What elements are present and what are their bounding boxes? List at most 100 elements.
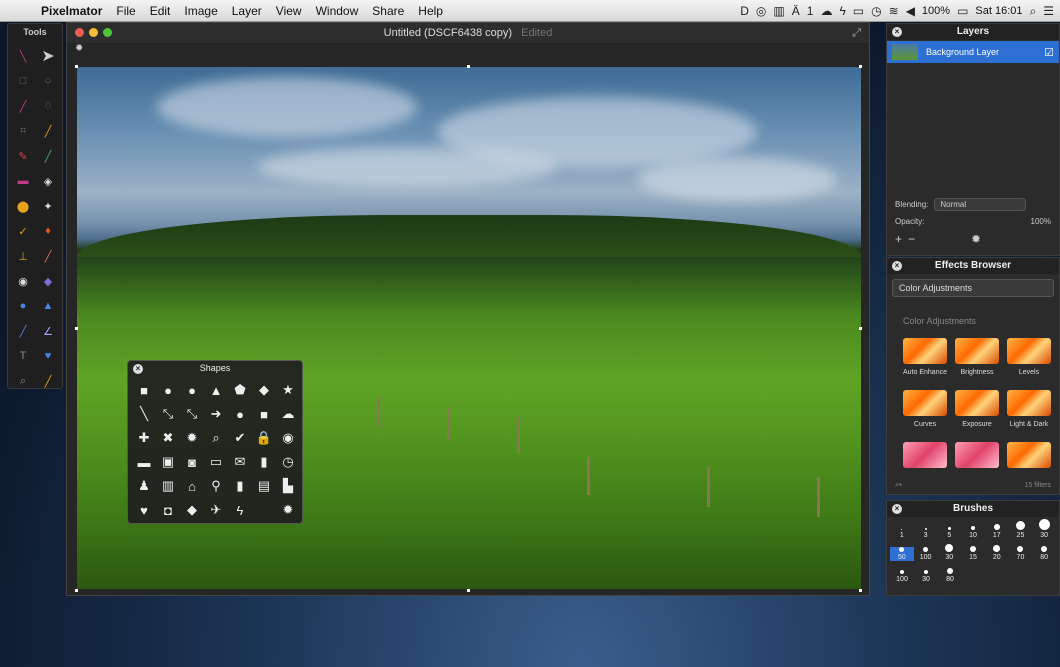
shape-icon[interactable]: ★ — [276, 378, 300, 402]
shape-icon[interactable]: ▮ — [252, 450, 276, 474]
blur-icon[interactable]: ● — [11, 294, 35, 318]
brush-preset[interactable]: 80 — [938, 568, 962, 583]
shape-icon[interactable]: ▣ — [156, 450, 180, 474]
menu-share[interactable]: Share — [365, 4, 411, 18]
time-machine-icon[interactable]: ◷ — [871, 4, 881, 18]
shape-icon[interactable]: ⚲ — [204, 474, 228, 498]
shape-icon[interactable]: ▤ — [252, 474, 276, 498]
bucket-icon[interactable]: ◈ — [36, 169, 60, 193]
battery-percent[interactable]: 100% — [922, 5, 950, 17]
shape-icon[interactable]: ◘ — [156, 498, 180, 522]
close-icon[interactable]: × — [892, 27, 902, 37]
lasso-icon[interactable]: ╱ — [11, 94, 35, 118]
add-layer-icon[interactable]: + — [895, 232, 902, 246]
shape-icon[interactable]: ▮ — [228, 474, 252, 498]
blending-select[interactable]: Normal — [934, 198, 1027, 211]
shape-icon[interactable]: ▥ — [156, 474, 180, 498]
shape-icon[interactable]: ⤡ — [156, 402, 180, 426]
shape-icon[interactable]: ✚ — [132, 426, 156, 450]
shape-icon[interactable]: ● — [156, 378, 180, 402]
layer-visibility-checkbox[interactable]: ☑ — [1044, 46, 1054, 59]
shape-icon[interactable]: ▭ — [204, 450, 228, 474]
menu-file[interactable]: File — [109, 4, 142, 18]
brush-preset[interactable]: 20 — [985, 545, 1009, 561]
shape-icon[interactable]: ◷ — [276, 450, 300, 474]
freeform-pen-icon[interactable]: ∠ — [36, 319, 60, 343]
menu-help[interactable]: Help — [411, 4, 450, 18]
brush-preset[interactable]: 15 — [961, 546, 985, 561]
shape-icon[interactable]: ♟ — [132, 474, 156, 498]
clock[interactable]: Sat 16:01 — [975, 5, 1022, 17]
shape-icon[interactable]: ⬟ — [228, 378, 252, 402]
shape-icon[interactable]: ◆ — [252, 378, 276, 402]
close-icon[interactable]: × — [892, 261, 902, 271]
brush-preset[interactable]: 5 — [937, 527, 961, 539]
brush-preset[interactable]: 1 — [890, 529, 914, 539]
burn-icon[interactable]: ♦ — [36, 219, 60, 243]
smudge-icon[interactable]: ╱ — [36, 244, 60, 268]
shape-icon[interactable]: ▬ — [132, 450, 156, 474]
filter-levels[interactable]: Levels — [1003, 332, 1055, 384]
type-icon[interactable]: T — [11, 344, 35, 368]
brush-preset[interactable]: 30 — [1032, 519, 1056, 539]
shape-icon[interactable]: ☁ — [276, 402, 300, 426]
brush-preset[interactable]: 100 — [890, 570, 914, 583]
display-icon[interactable]: ▭ — [853, 4, 864, 18]
effects-category-select[interactable]: Color Adjustments — [892, 279, 1054, 297]
shape-icon[interactable] — [252, 498, 276, 522]
pen-icon[interactable]: ╱ — [11, 319, 35, 343]
badge-count[interactable]: 1 — [807, 4, 814, 18]
battery-icon[interactable]: ▭ — [957, 4, 968, 18]
fullscreen-icon[interactable]: ⤢ — [852, 23, 861, 43]
eyedropper-icon[interactable]: ╱ — [36, 119, 60, 143]
red-eye-icon[interactable]: ◉ — [11, 269, 35, 293]
menu-layer[interactable]: Layer — [225, 4, 269, 18]
minimize-window-icon[interactable] — [89, 28, 98, 37]
cloud-icon[interactable]: ☁ — [820, 4, 832, 18]
brush-preset[interactable]: 3 — [914, 528, 938, 539]
sync-icon[interactable]: ◎ — [756, 4, 766, 18]
filter-auto-enhance[interactable]: Auto Enhance — [899, 332, 951, 384]
filter-light-dark[interactable]: Light & Dark — [1003, 384, 1055, 436]
filter-curves[interactable]: Curves — [899, 384, 951, 436]
filter-brightness[interactable]: Brightness — [951, 332, 1003, 384]
shape-icon[interactable]: ● — [180, 378, 204, 402]
shape-icon[interactable]: ◙ — [180, 450, 204, 474]
eraser-icon[interactable]: ▬ — [11, 169, 35, 193]
volume-icon[interactable]: ◀ — [906, 4, 915, 18]
clone-icon[interactable]: ✦ — [36, 194, 60, 218]
brush-preset[interactable]: 30 — [937, 544, 961, 561]
shape-icon[interactable]: ◉ — [276, 426, 300, 450]
shape-icon[interactable]: ✖ — [156, 426, 180, 450]
gradient-icon[interactable]: ⬤ — [11, 194, 35, 218]
filter-pink-2[interactable] — [951, 436, 1003, 488]
menu-image[interactable]: Image — [177, 4, 224, 18]
shape-icon[interactable]: ✹ — [180, 426, 204, 450]
wifi-icon[interactable]: ≋ — [889, 4, 899, 18]
shape-icon[interactable]: ⌕ — [204, 426, 228, 450]
close-icon[interactable]: × — [133, 364, 143, 374]
bolt-icon[interactable]: ϟ — [839, 4, 845, 18]
zoom-icon[interactable]: ⌕ — [11, 369, 35, 393]
sponge-icon[interactable]: ◆ — [36, 269, 60, 293]
menu-app[interactable]: Pixelmator — [34, 4, 109, 18]
adobe-icon[interactable]: Ä — [792, 4, 800, 18]
opacity-value[interactable]: 100% — [1031, 217, 1051, 226]
dropbox-icon[interactable]: D — [740, 4, 749, 18]
shape-icon[interactable]: ✉ — [228, 450, 252, 474]
move-arrow-icon[interactable]: ➤ — [36, 44, 60, 68]
brush-preset[interactable]: 10 — [961, 526, 985, 539]
shape-icon[interactable]: ♥ — [132, 498, 156, 522]
menu-window[interactable]: Window — [309, 4, 366, 18]
rect-select-icon[interactable]: □ — [11, 69, 35, 93]
magic-wand-icon[interactable]: ╲ — [11, 44, 35, 68]
heal-icon[interactable]: ✓ — [11, 219, 35, 243]
shape-icon[interactable]: ⌂ — [180, 474, 204, 498]
shape-icon[interactable]: ■ — [132, 378, 156, 402]
pencil-icon[interactable]: ✎ — [11, 144, 35, 168]
stamp-icon[interactable]: ⊥ — [11, 244, 35, 268]
calendar-icon[interactable]: ▥ — [773, 4, 784, 18]
shape-icon[interactable]: 🔒 — [252, 426, 276, 450]
ellipse-select-icon[interactable]: ○ — [36, 69, 60, 93]
shape-icon[interactable]: ✔ — [228, 426, 252, 450]
